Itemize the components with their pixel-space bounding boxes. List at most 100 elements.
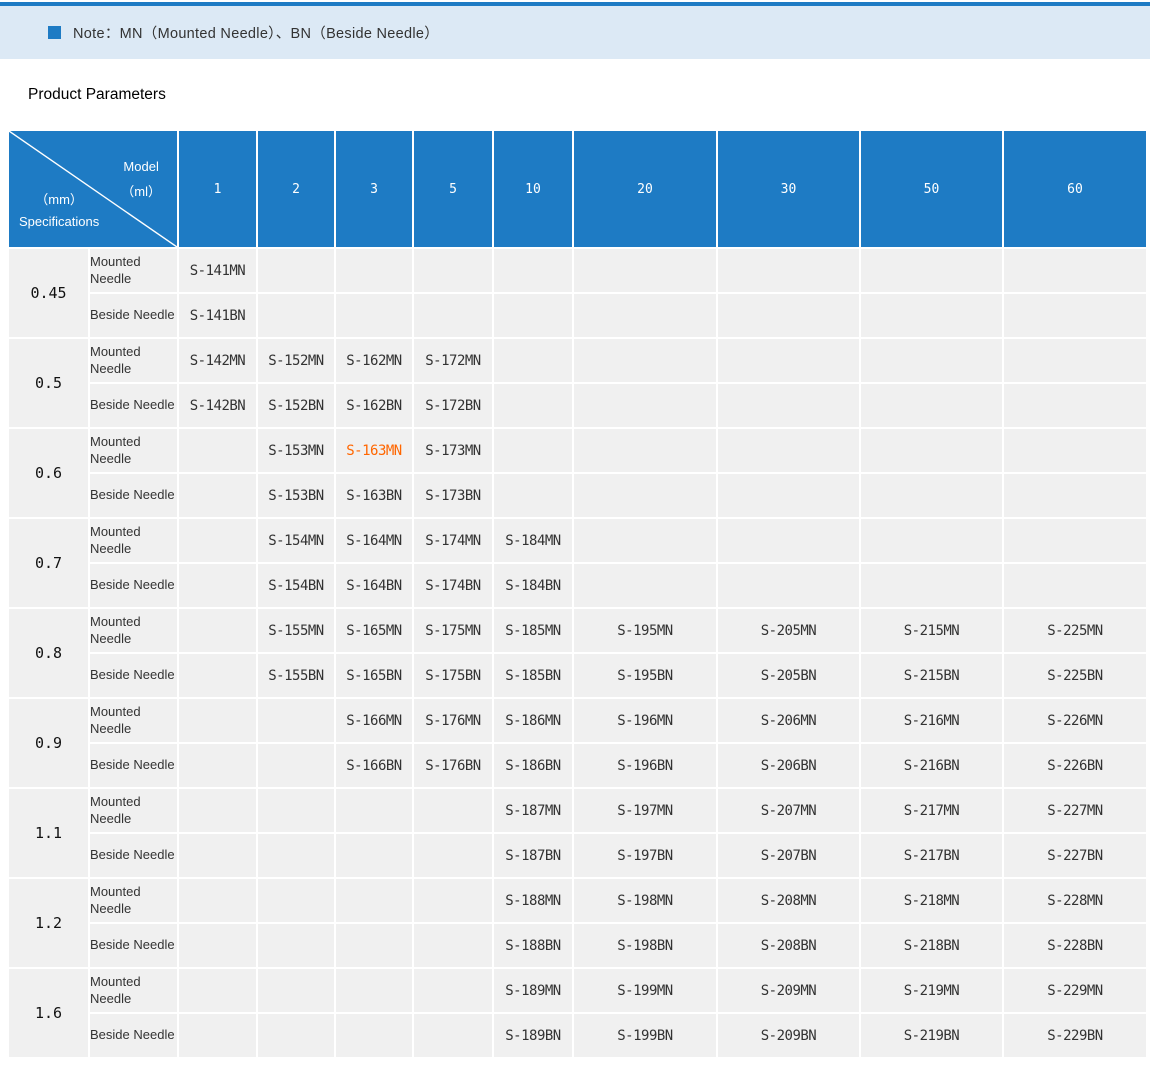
model-code-cell: S-185MN [493,608,573,653]
beside-needle-label-cell: Beside Needle [89,383,178,428]
empty-cell [257,1013,335,1058]
empty-cell [335,293,413,338]
model-code-cell: S-188MN [493,878,573,923]
empty-cell [178,743,257,788]
empty-cell [413,248,493,293]
beside-needle-label-cell: Beside Needle [89,743,178,788]
model-code-cell: S-187BN [493,833,573,878]
model-code-cell: S-152MN [257,338,335,383]
model-code-cell: S-155MN [257,608,335,653]
table-body: 0.45Mounted NeedleS-141MNBeside NeedleS-… [8,248,1147,1058]
empty-cell [178,698,257,743]
empty-cell [1003,518,1147,563]
table-row: 0.5Mounted NeedleS-142MNS-152MNS-162MNS-… [8,338,1147,383]
beside-needle-label-cell: Beside Needle [89,473,178,518]
spec-cell: 0.45 [8,248,89,338]
model-code-cell: S-141MN [178,248,257,293]
model-code-cell: S-176MN [413,698,493,743]
spec-cell: 1.6 [8,968,89,1058]
model-code-cell: S-176BN [413,743,493,788]
beside-needle-label-cell: Beside Needle [89,653,178,698]
empty-cell [573,293,717,338]
empty-cell [717,383,860,428]
empty-cell [493,338,573,383]
model-code-cell: S-207MN [717,788,860,833]
table-row: 0.45Mounted NeedleS-141MN [8,248,1147,293]
spec-cell: 1.1 [8,788,89,878]
empty-cell [178,968,257,1013]
empty-cell [257,788,335,833]
model-code-cell: S-225MN [1003,608,1147,653]
empty-cell [1003,563,1147,608]
model-code-cell: S-154MN [257,518,335,563]
model-code-cell: S-163BN [335,473,413,518]
beside-needle-label-cell: Beside Needle [89,293,178,338]
empty-cell [413,923,493,968]
mounted-needle-label-cell: Mounted Needle [89,518,178,563]
table-row: 1.6Mounted NeedleS-189MNS-199MNS-209MNS-… [8,968,1147,1013]
model-code-cell: S-165MN [335,608,413,653]
empty-cell [257,968,335,1013]
column-header-2: 2 [257,130,335,248]
model-code-cell: S-219BN [860,1013,1003,1058]
spec-cell: 0.6 [8,428,89,518]
model-code-cell: S-208MN [717,878,860,923]
empty-cell [717,563,860,608]
model-code-cell: S-229MN [1003,968,1147,1013]
model-code-cell: S-195MN [573,608,717,653]
model-code-cell: S-227MN [1003,788,1147,833]
empty-cell [573,518,717,563]
model-code-cell: S-175BN [413,653,493,698]
empty-cell [1003,473,1147,518]
empty-cell [860,338,1003,383]
empty-cell [413,878,493,923]
empty-cell [178,608,257,653]
empty-cell [178,878,257,923]
model-code-cell: S-186MN [493,698,573,743]
model-code-cell: S-175MN [413,608,493,653]
model-code-cell: S-206MN [717,698,860,743]
empty-cell [717,293,860,338]
empty-cell [257,248,335,293]
column-header-5: 5 [413,130,493,248]
empty-cell [493,293,573,338]
model-code-cell: S-172MN [413,338,493,383]
model-code-cell: S-184BN [493,563,573,608]
beside-needle-label-cell: Beside Needle [89,833,178,878]
table-row: Beside NeedleS-153BNS-163BNS-173BN [8,473,1147,518]
empty-cell [178,428,257,473]
corner-model-label: Model （ml） [121,155,161,204]
empty-cell [335,968,413,1013]
corner-spec-line2: Specifications [19,211,99,233]
empty-cell [573,248,717,293]
model-code-cell: S-218BN [860,923,1003,968]
model-code-cell: S-226MN [1003,698,1147,743]
empty-cell [573,383,717,428]
model-code-cell: S-209MN [717,968,860,1013]
model-code-cell: S-217MN [860,788,1003,833]
empty-cell [1003,383,1147,428]
empty-cell [413,293,493,338]
model-code-cell: S-198BN [573,923,717,968]
model-code-cell: S-207BN [717,833,860,878]
mounted-needle-label-cell: Mounted Needle [89,428,178,473]
note-text: Note：MN（Mounted Needle）、BN（Beside Needle… [73,22,439,43]
empty-cell [335,833,413,878]
table-row: 0.9Mounted NeedleS-166MNS-176MNS-186MNS-… [8,698,1147,743]
table-row: Beside NeedleS-154BNS-164BNS-174BNS-184B… [8,563,1147,608]
table-row: Beside NeedleS-187BNS-197BNS-207BNS-217B… [8,833,1147,878]
empty-cell [493,383,573,428]
empty-cell [493,473,573,518]
model-code-cell: S-152BN [257,383,335,428]
empty-cell [178,563,257,608]
model-code-cell: S-141BN [178,293,257,338]
spec-cell: 0.9 [8,698,89,788]
model-code-cell: S-218MN [860,878,1003,923]
model-code-cell: S-163MN [335,428,413,473]
empty-cell [860,248,1003,293]
beside-needle-label-cell: Beside Needle [89,563,178,608]
table-row: Beside NeedleS-188BNS-198BNS-208BNS-218B… [8,923,1147,968]
mounted-needle-label-cell: Mounted Needle [89,338,178,383]
model-code-cell: S-216BN [860,743,1003,788]
column-header-60: 60 [1003,130,1147,248]
